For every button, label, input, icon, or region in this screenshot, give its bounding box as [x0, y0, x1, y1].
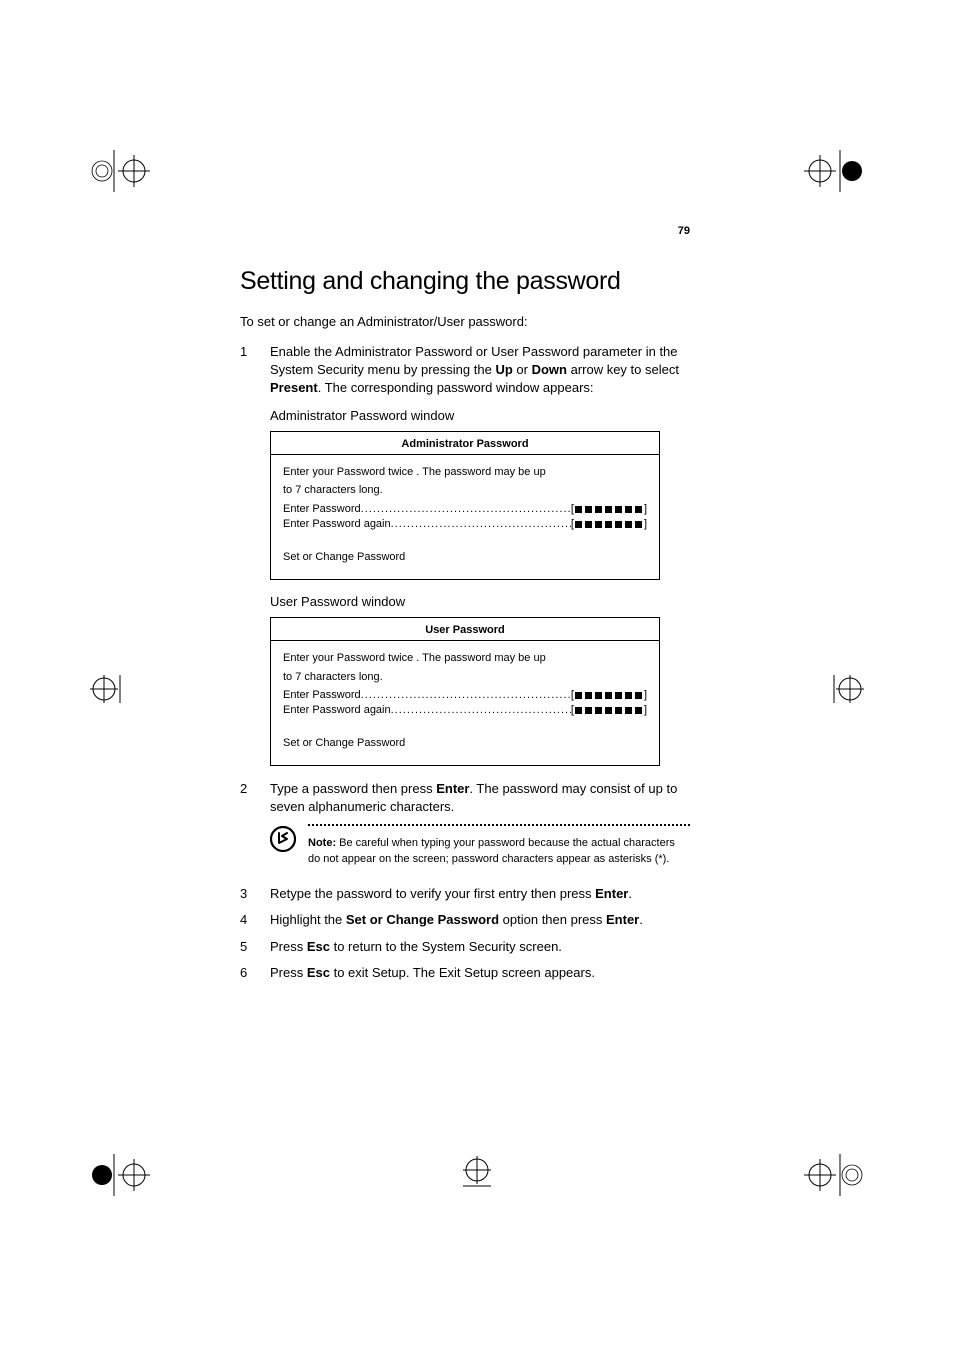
step-3: 3 Retype the password to verify your fir… — [240, 885, 690, 903]
intro-text: To set or change an Administrator/User p… — [240, 314, 690, 329]
step-4: 4 Highlight the Set or Change Password o… — [240, 911, 690, 929]
note-text: Be careful when typing your password bec… — [308, 837, 675, 864]
step-text: . — [639, 912, 643, 927]
admin-password-dialog: Administrator Password Enter your Passwo… — [270, 431, 660, 580]
step-text: option then press — [499, 912, 606, 927]
step-number: 1 — [240, 343, 270, 398]
password-label: Enter Password — [283, 502, 361, 517]
password-line-2: Enter Password again ...................… — [283, 703, 647, 718]
page-number: 79 — [240, 225, 690, 237]
step-body: Retype the password to verify your first… — [270, 885, 690, 903]
print-mark-mid-right — [824, 675, 864, 703]
dialog-body: Enter your Password twice . The password… — [271, 641, 659, 765]
dialog-body: Enter your Password twice . The password… — [271, 455, 659, 579]
print-mark-bot-left — [90, 1154, 150, 1196]
step-body: Type a password then press Enter. The pa… — [270, 780, 690, 816]
password-label: Enter Password — [283, 688, 361, 703]
option-present: Present — [270, 380, 318, 395]
key-enter: Enter — [606, 912, 639, 927]
password-label: Enter Password again — [283, 517, 391, 532]
note-label: Note: — [308, 837, 336, 849]
dialog-instruction: Enter your Password twice . The password… — [283, 651, 647, 666]
key-down: Down — [532, 362, 567, 377]
step-number: 3 — [240, 885, 270, 903]
step-text: to exit Setup. The Exit Setup screen app… — [330, 965, 595, 980]
leader-dots: ........................................… — [391, 703, 571, 718]
step-text: Press — [270, 939, 307, 954]
user-window-caption: User Password window — [270, 594, 690, 609]
step-5: 5 Press Esc to return to the System Secu… — [240, 938, 690, 956]
password-line-1: Enter Password .........................… — [283, 502, 647, 517]
user-password-dialog: User Password Enter your Password twice … — [270, 617, 660, 766]
leader-dots: ........................................… — [361, 688, 571, 703]
password-line-2: Enter Password again ...................… — [283, 517, 647, 532]
step-number: 2 — [240, 780, 270, 816]
step-text: Retype the password to verify your first… — [270, 886, 595, 901]
key-esc: Esc — [307, 939, 330, 954]
password-mask: [ ] — [571, 703, 647, 718]
leader-dots: ........................................… — [361, 502, 571, 517]
step-text: . The corresponding password window appe… — [318, 380, 594, 395]
step-2: 2 Type a password then press Enter. The … — [240, 780, 690, 816]
password-mask: [ ] — [571, 502, 647, 517]
leader-dots: ........................................… — [391, 517, 571, 532]
note-body: Note: Be careful when typing your passwo… — [308, 824, 690, 867]
password-mask: [ ] — [571, 517, 647, 532]
step-6: 6 Press Esc to exit Setup. The Exit Setu… — [240, 964, 690, 982]
password-line-1: Enter Password .........................… — [283, 688, 647, 703]
dialog-title: User Password — [271, 618, 659, 641]
note-block: Note: Be careful when typing your passwo… — [270, 824, 690, 867]
page-heading: Setting and changing the password — [240, 267, 690, 296]
note-icon — [270, 826, 296, 852]
key-esc: Esc — [307, 965, 330, 980]
print-mark-top-right — [804, 150, 864, 192]
step-text: to return to the System Security screen. — [330, 939, 562, 954]
dialog-instruction: to 7 characters long. — [283, 483, 647, 498]
dialog-instruction: to 7 characters long. — [283, 670, 647, 685]
step-text: Type a password then press — [270, 781, 436, 796]
print-mark-bot-center — [463, 1156, 491, 1196]
dialog-title: Administrator Password — [271, 432, 659, 455]
set-change-password: Set or Change Password — [283, 550, 647, 565]
key-up: Up — [495, 362, 512, 377]
step-text: Highlight the — [270, 912, 346, 927]
print-mark-bot-right — [804, 1154, 864, 1196]
set-change-password: Set or Change Password — [283, 736, 647, 751]
step-text: . — [628, 886, 632, 901]
step-text: arrow key to select — [567, 362, 679, 377]
step-1: 1 Enable the Administrator Password or U… — [240, 343, 690, 398]
step-body: Press Esc to exit Setup. The Exit Setup … — [270, 964, 690, 982]
print-mark-top-left — [90, 150, 150, 192]
key-enter: Enter — [595, 886, 628, 901]
step-number: 4 — [240, 911, 270, 929]
note-divider — [308, 824, 690, 826]
step-text: Press — [270, 965, 307, 980]
step-body: Press Esc to return to the System Securi… — [270, 938, 690, 956]
print-mark-mid-left — [90, 675, 130, 703]
step-number: 5 — [240, 938, 270, 956]
step-body: Highlight the Set or Change Password opt… — [270, 911, 690, 929]
key-enter: Enter — [436, 781, 469, 796]
admin-window-caption: Administrator Password window — [270, 408, 690, 423]
dialog-instruction: Enter your Password twice . The password… — [283, 465, 647, 480]
password-mask: [ ] — [571, 688, 647, 703]
option-set-change: Set or Change Password — [346, 912, 499, 927]
page-content: 79 Setting and changing the password To … — [240, 225, 690, 990]
step-body: Enable the Administrator Password or Use… — [270, 343, 690, 398]
password-label: Enter Password again — [283, 703, 391, 718]
step-text: or — [513, 362, 532, 377]
step-number: 6 — [240, 964, 270, 982]
